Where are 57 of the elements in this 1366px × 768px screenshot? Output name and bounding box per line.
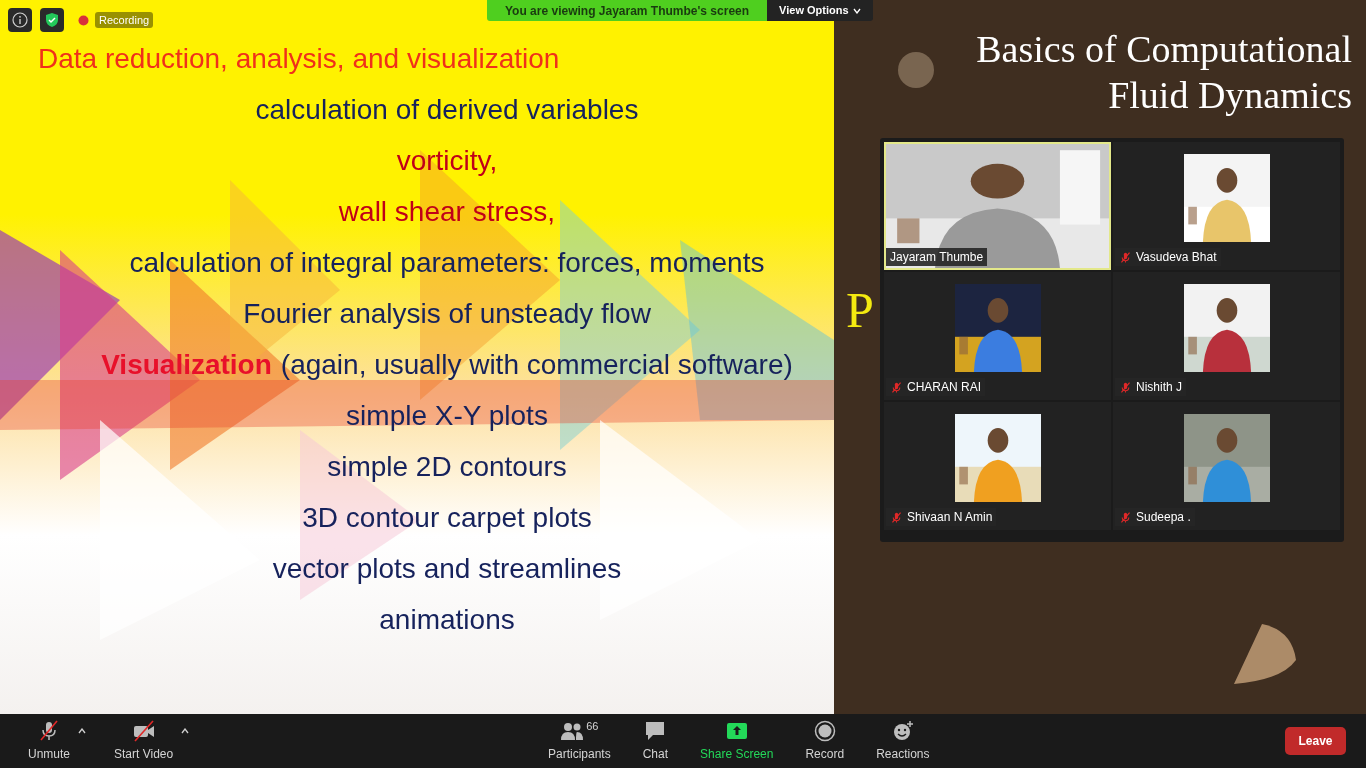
view-options-button[interactable]: View Options [767,0,873,21]
slide-text: 3D contour carpet plots [302,501,592,535]
slide-text: calculation of integral parameters: forces, moments [129,246,765,280]
participant-tile[interactable]: Sudeepa . [1113,402,1340,530]
toolbar-button[interactable]: Record [797,719,853,763]
slide-text: simple 2D contours [327,450,567,484]
slide-text: vorticity, [396,144,498,178]
security-button[interactable] [40,8,64,32]
slide-text: vector plots and streamlines [272,552,622,586]
participant-name: Jayaram Thumbe [890,249,984,266]
participant-tile[interactable]: Jayaram Thumbe [884,142,1111,270]
shield-icon [44,12,60,28]
toolbar-button[interactable]: Start Video [106,719,182,763]
participant-name: Vasudeva Bhat [1136,249,1217,266]
toolbar-button[interactable]: Share Screen [692,719,782,763]
chevron-down-icon [852,7,861,14]
slide-text: P [846,281,874,340]
caret-icon[interactable] [181,727,190,734]
muted-microphone-icon [1119,380,1132,394]
participant-name: CHARAN RAI [907,379,981,396]
slide-text: animations [379,603,515,637]
muted-microphone-icon [1119,250,1132,264]
participant-tile[interactable]: Nishith J [1113,272,1340,400]
slide-text: wall shear stress, [338,195,556,229]
participant-name: Nishith J [1136,379,1182,396]
muted-microphone-icon [890,510,903,524]
slide-text: Visualization [101,348,272,382]
slide-heading: Data reduction, analysis, and visualization [38,43,560,74]
viewing-banner: You are viewing Jayaram Thumbe's screen [487,0,768,21]
muted-microphone-icon [1119,510,1132,524]
decoration-drawing [896,50,936,90]
slide-text: calculation of derived variables [255,93,639,127]
leave-button[interactable]: Leave [1285,727,1346,755]
slide-title: Basics of Computational [976,27,1352,72]
participant-name: Shivaan N Amin [907,509,993,526]
caret-icon[interactable] [78,727,87,734]
video-off-icon [131,719,156,742]
toolbar-button[interactable]: Unmute [20,719,79,763]
toolbar-button[interactable]: 66 Participants [540,719,619,763]
recording-label: Recording [95,11,154,29]
participant-name: Sudeepa . [1136,509,1191,526]
muted-microphone-icon [37,719,61,742]
toolbar-button[interactable]: Chat [634,719,677,763]
info-icon [12,12,28,28]
muted-microphone-icon [890,380,903,394]
slide-text: (again, usually with commercial software) [280,348,793,382]
slide-title: Fluid Dynamics [1108,73,1352,118]
toolbar-button[interactable]: Reactions [868,719,938,763]
recording-dot-icon [78,14,89,26]
slide-text: simple X-Y plots [346,399,548,433]
slide-text: Fourier analysis of unsteady flow [243,297,651,331]
participant-tile[interactable]: Vasudeva Bhat [1113,142,1340,270]
record-icon [812,719,837,742]
participant-tile[interactable]: Shivaan N Amin [884,402,1111,530]
participant-count: 66 [586,718,599,734]
info-button[interactable] [8,8,32,32]
participant-tile[interactable]: CHARAN RAI [884,272,1111,400]
